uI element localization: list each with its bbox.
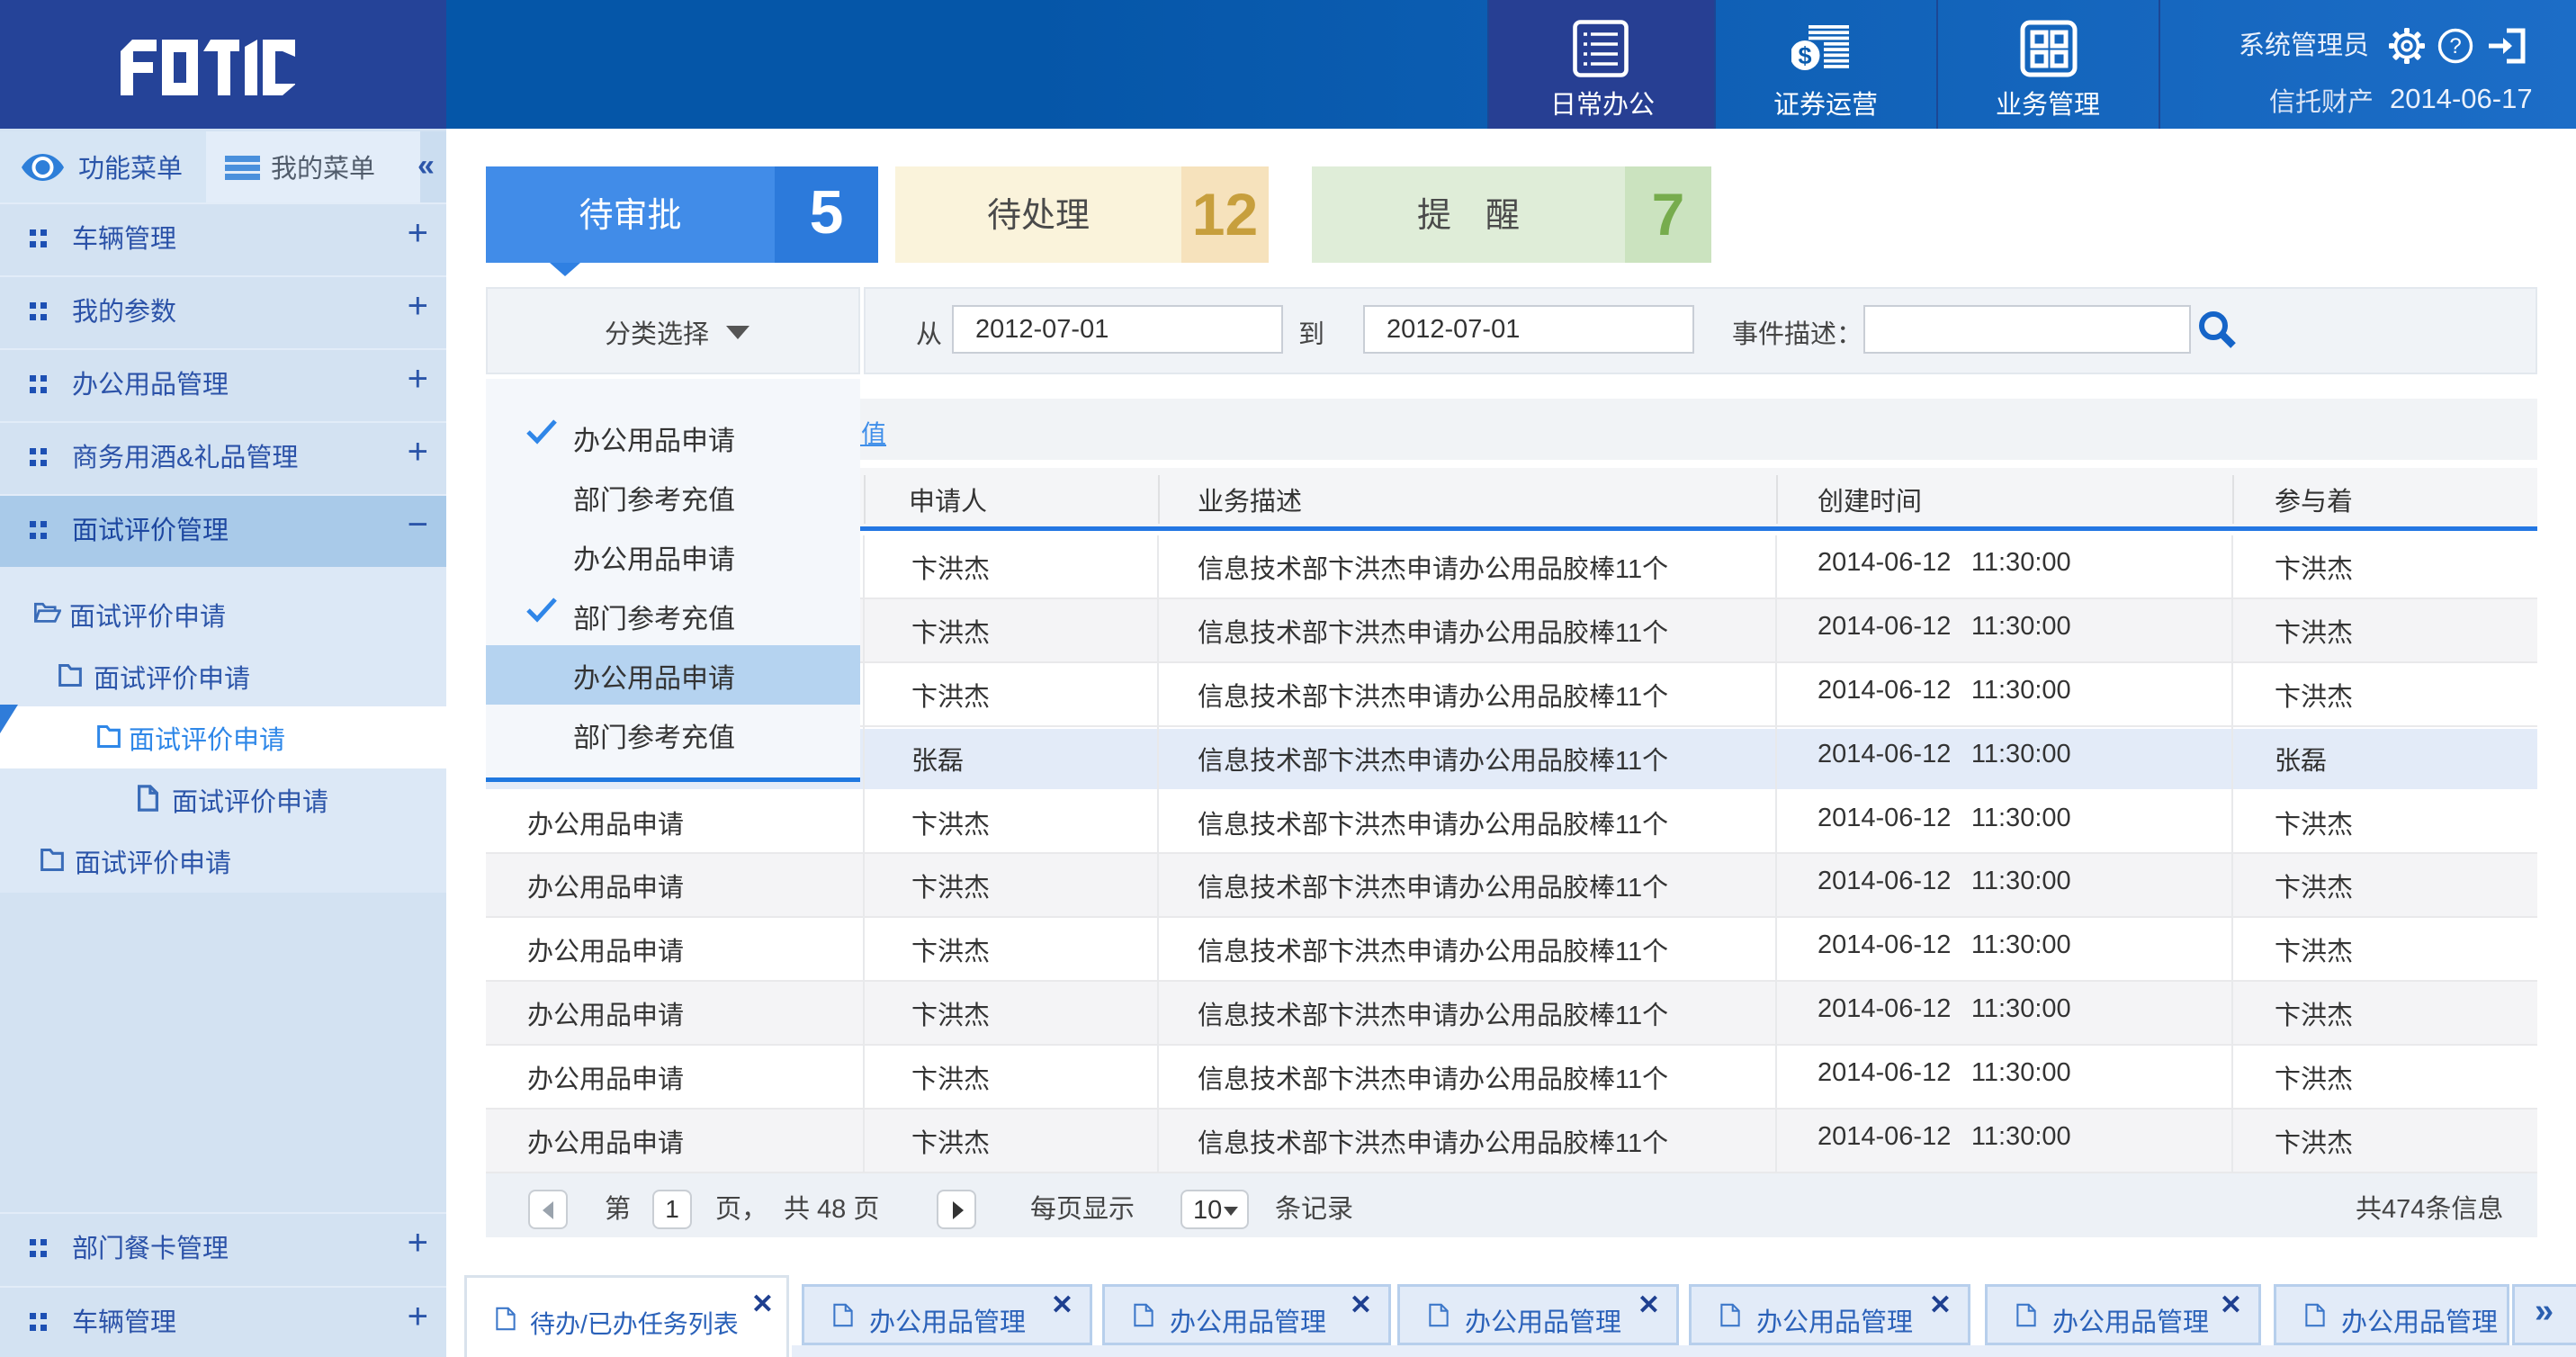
svg-text:?: ? bbox=[2449, 34, 2461, 58]
svg-text:$: $ bbox=[1798, 42, 1811, 69]
